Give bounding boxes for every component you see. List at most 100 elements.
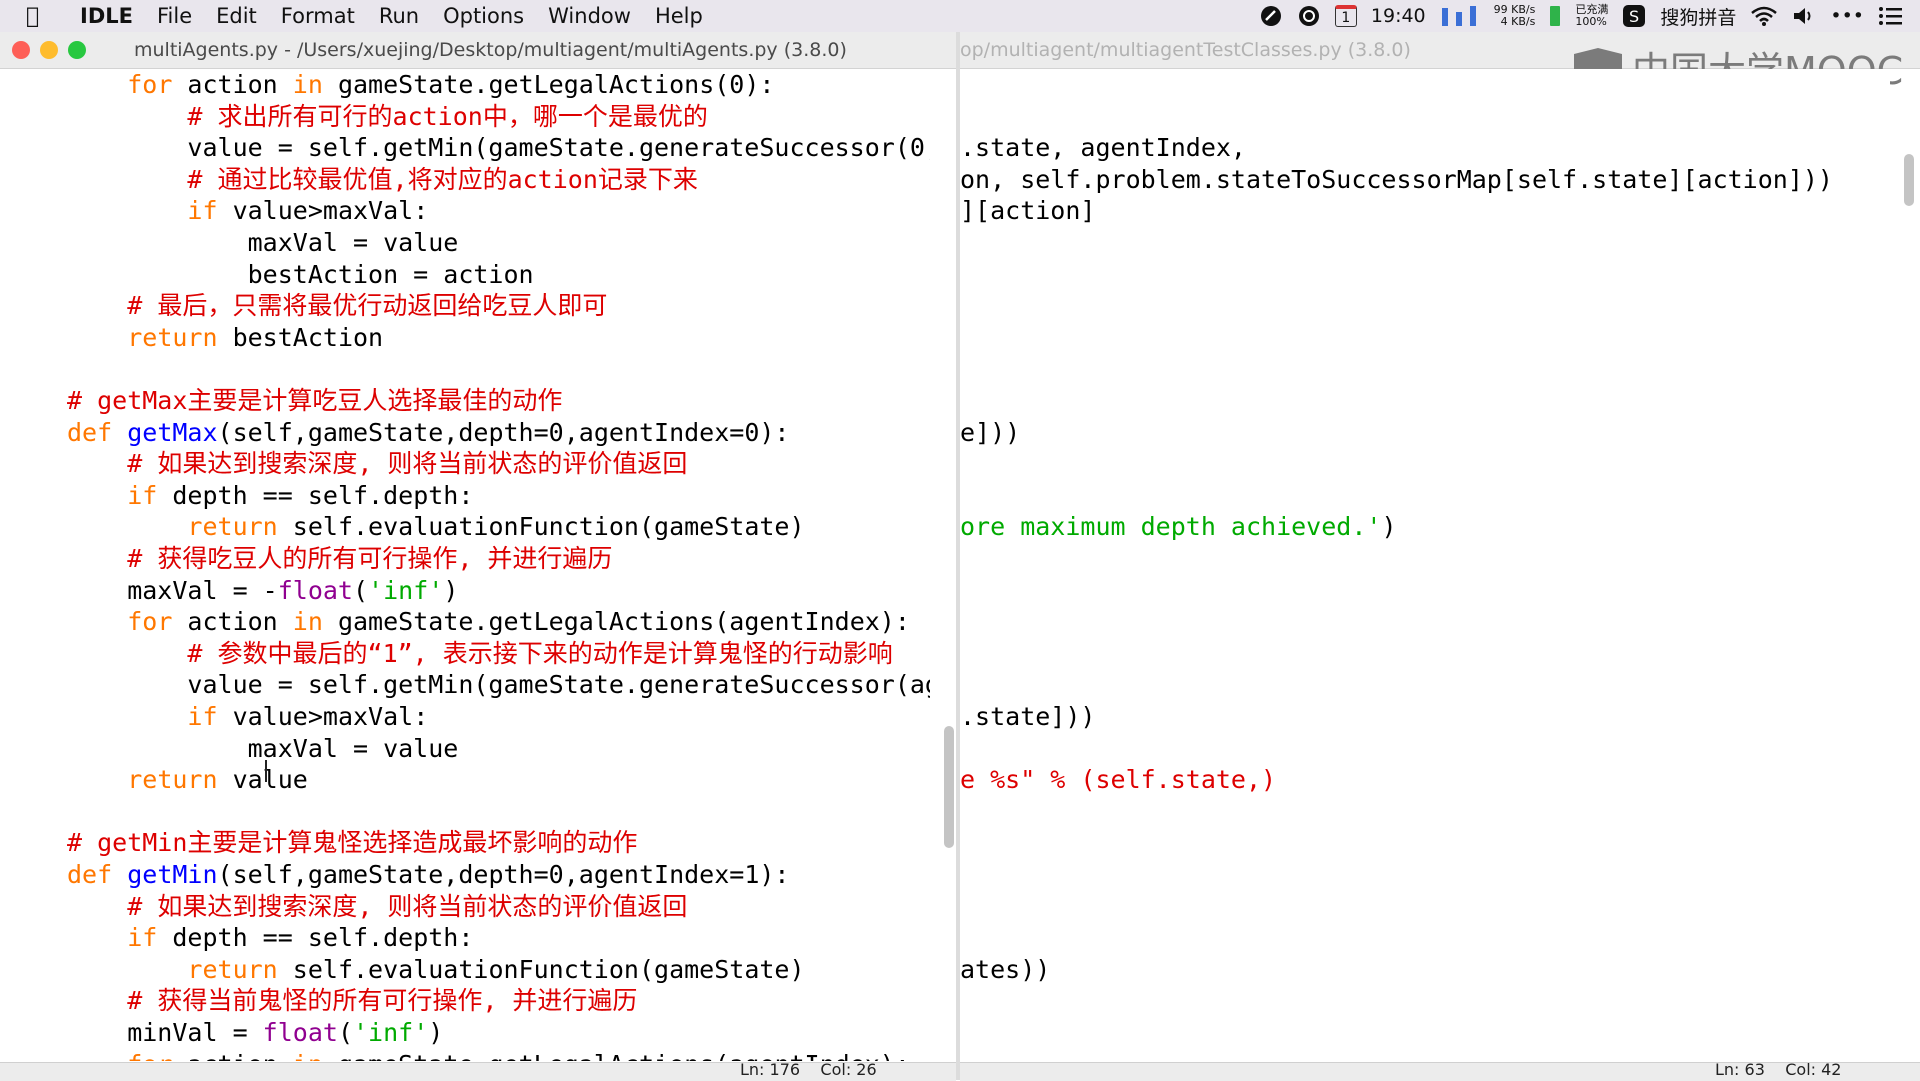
zoom-button[interactable] — [68, 41, 86, 59]
code-token: bestAction = action — [67, 259, 534, 289]
menu-file[interactable]: File — [157, 4, 192, 28]
code-line[interactable]: # 获得吃豆人的所有可行操作, 并进行遍历 — [67, 543, 612, 575]
code-line[interactable]: maxVal = -float('inf') — [67, 575, 458, 607]
code-line[interactable]: return bestAction — [67, 322, 383, 354]
code-line[interactable]: for action in gameState.getLegalActions(… — [67, 606, 910, 638]
wifi-icon[interactable] — [1750, 5, 1778, 27]
minimize-button[interactable] — [40, 41, 58, 59]
menu-help[interactable]: Help — [655, 4, 703, 28]
code-line[interactable]: minVal = float('inf') — [67, 1017, 443, 1049]
code-line[interactable]: # getMin主要是计算鬼怪选择造成最坏影响的动作 — [67, 827, 637, 859]
code-token: minVal = — [67, 1018, 263, 1047]
status-tray: 1 19:40 99 KB/s 4 KB/s 已充满 100% S 搜狗拼音 •… — [1259, 0, 1904, 32]
apple-icon[interactable]:  — [26, 4, 60, 29]
menu-options[interactable]: Options — [443, 4, 524, 28]
code-token: # getMax主要是计算吃豆人选择最佳的动作 — [67, 386, 563, 415]
right-scrollbar-thumb[interactable] — [1904, 154, 1914, 206]
code-token: value = self.getMin(gameState.generateSu… — [67, 670, 930, 700]
code-token: # 通过比较最优值,将对应的action记录下来 — [187, 164, 698, 194]
code-line[interactable]: for action in gameState.getLegalActions(… — [67, 1049, 910, 1061]
menu-edit[interactable]: Edit — [216, 4, 257, 28]
volume-icon[interactable] — [1792, 5, 1816, 27]
close-button[interactable] — [12, 41, 30, 59]
code-token: .state])) — [960, 702, 1096, 731]
menu-app[interactable]: IDLE — [80, 4, 133, 28]
code-line[interactable]: # getMax主要是计算吃豆人选择最佳的动作 — [67, 385, 562, 417]
right-status-bar: Ln: 63 Col: 42 — [960, 1062, 1920, 1081]
code-token: self.evaluationFunction(gameState) — [277, 512, 805, 542]
code-line[interactable]: e])) — [960, 417, 1020, 449]
code-token: float — [262, 1018, 338, 1047]
code-line[interactable]: on, self.problem.stateToSuccessorMap[sel… — [960, 164, 1833, 196]
code-token: ][action] — [960, 196, 1096, 226]
code-token: for — [127, 607, 173, 637]
menu-run[interactable]: Run — [379, 4, 419, 28]
code-line[interactable]: if value>maxVal: — [67, 195, 428, 227]
code-line[interactable]: ore maximum depth achieved.') — [960, 511, 1397, 543]
code-token: getMax — [127, 417, 218, 447]
code-line[interactable]: for action in gameState.getLegalActions(… — [67, 69, 774, 101]
code-line[interactable]: return self.evaluationFunction(gameState… — [67, 511, 805, 543]
code-line[interactable]: maxVal = value — [67, 733, 459, 765]
code-token: value>maxVal: — [217, 702, 429, 731]
code-token: return — [187, 954, 278, 984]
cpu-meter-icon — [1440, 4, 1480, 28]
code-token: if — [187, 702, 218, 731]
clock-time[interactable]: 19:40 — [1371, 5, 1426, 27]
code-line[interactable]: if value>maxVal: — [67, 701, 428, 733]
code-line[interactable]: def getMin(self,gameState,depth=0,agentI… — [67, 859, 789, 891]
code-token: maxVal = - — [67, 575, 278, 605]
code-line[interactable]: value = self.getMin(gameState.generateSu… — [67, 132, 930, 164]
left-code-editor[interactable]: for action in gameState.getLegalActions(… — [0, 69, 930, 1061]
code-token: depth == self.depth: — [157, 923, 474, 953]
code-line[interactable]: maxVal = value — [67, 227, 459, 259]
code-line[interactable]: value = self.getMin(gameState.generateSu… — [67, 669, 930, 701]
code-line[interactable]: return self.evaluationFunction(gameState… — [67, 954, 804, 986]
left-scrollbar-thumb[interactable] — [944, 726, 954, 848]
code-line[interactable]: if depth == self.depth: — [67, 480, 473, 512]
code-line[interactable]: if depth == self.depth: — [67, 922, 473, 954]
code-line[interactable]: e %s" % (self.state,) — [960, 764, 1276, 796]
menu-format[interactable]: Format — [281, 4, 355, 28]
code-line[interactable]: # 通过比较最优值,将对应的action记录下来 — [67, 164, 698, 196]
code-line[interactable]: bestAction = action — [67, 259, 534, 291]
menu-bar:  IDLE File Edit Format Run Options Wind… — [0, 0, 1920, 32]
code-line[interactable]: .state])) — [960, 701, 1095, 733]
code-line[interactable]: .state, agentIndex, — [960, 132, 1246, 164]
code-token: maxVal = value — [67, 228, 459, 257]
code-line[interactable]: ates)) — [960, 954, 1050, 986]
code-token: action — [172, 70, 293, 99]
notification-list-icon[interactable] — [1878, 6, 1904, 26]
right-code-editor[interactable]: .state, agentIndex, on, self.problem.stat… — [960, 69, 1890, 1061]
code-line[interactable]: def getMax(self,gameState,depth=0,agentI… — [67, 417, 789, 449]
code-line[interactable]: # 如果达到搜索深度, 则将当前状态的评价值返回 — [67, 891, 687, 923]
code-token: .state, agentIndex, — [960, 133, 1246, 163]
code-token: return — [187, 512, 278, 542]
code-line[interactable]: # 最后，只需将最优行动返回给吃豆人即可 — [67, 290, 607, 322]
input-method-label[interactable]: 搜狗拼音 — [1660, 3, 1736, 30]
code-token: return — [127, 322, 218, 352]
record-app-icon[interactable] — [1297, 4, 1321, 28]
calendar-icon[interactable]: 1 — [1334, 5, 1357, 27]
code-token: action — [172, 607, 293, 637]
code-line[interactable]: return value — [67, 764, 308, 796]
code-token: value>maxVal: — [217, 196, 429, 226]
code-token: in — [293, 1050, 323, 1061]
code-token: bestAction — [217, 322, 384, 352]
code-line[interactable]: # 获得当前鬼怪的所有可行操作, 并进行遍历 — [67, 985, 637, 1017]
code-line[interactable]: # 求出所有可行的action中，哪一个是最优的 — [67, 101, 707, 133]
more-icon[interactable]: ••• — [1830, 5, 1864, 27]
code-line[interactable]: # 如果达到搜索深度, 则将当前状态的评价值返回 — [67, 448, 687, 480]
code-line[interactable]: ][action] — [960, 195, 1095, 227]
code-line[interactable]: # 参数中最后的“1”, 表示接下来的动作是计算鬼怪的行动影响 — [67, 638, 892, 670]
drawing-app-icon[interactable] — [1259, 4, 1283, 28]
sogou-icon[interactable]: S — [1622, 4, 1646, 28]
code-token: # 获得吃豆人的所有可行操作, 并进行遍历 — [127, 544, 613, 573]
left-window-titlebar[interactable]: multiAgents.py - /Users/xuejing/Desktop/… — [0, 32, 958, 69]
code-token: if — [187, 196, 218, 226]
menu-window[interactable]: Window — [548, 4, 631, 28]
